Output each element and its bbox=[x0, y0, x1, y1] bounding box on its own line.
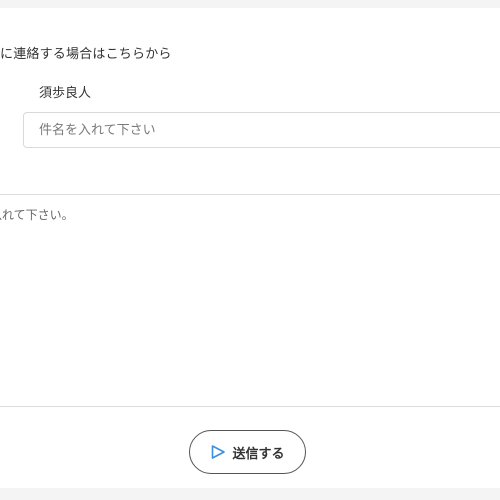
recipient-name: 須歩良人 bbox=[39, 86, 92, 101]
send-button[interactable]: 送信する bbox=[189, 430, 306, 474]
message-body-input[interactable] bbox=[0, 205, 500, 403]
send-button-label: 送信する bbox=[232, 446, 285, 462]
body-top-divider bbox=[0, 194, 500, 195]
send-triangle-icon bbox=[210, 444, 226, 460]
contact-form-card: に連絡する場合はこちらから 須歩良人 送信する bbox=[0, 8, 500, 488]
body-bottom-divider bbox=[0, 406, 500, 407]
subject-input[interactable] bbox=[23, 112, 500, 148]
contact-intro-text: に連絡する場合はこちらから bbox=[0, 47, 172, 62]
